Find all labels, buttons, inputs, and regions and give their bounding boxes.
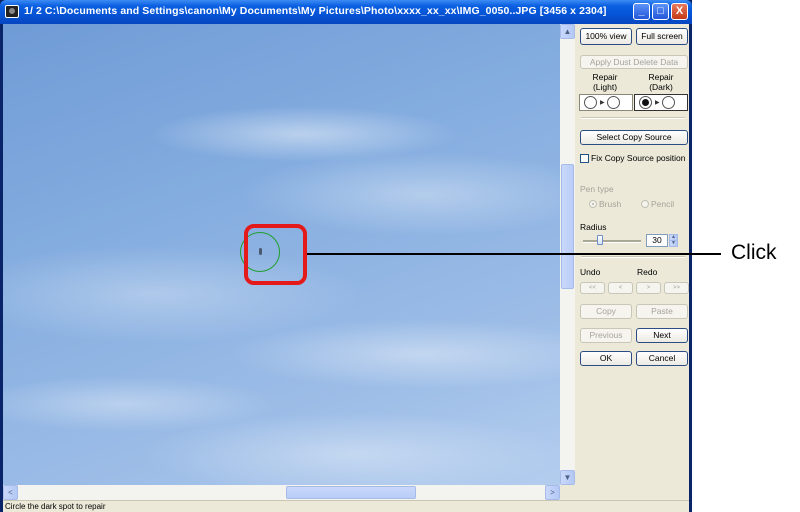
undo-all-button[interactable]: << — [580, 282, 605, 294]
close-button[interactable]: X — [671, 3, 688, 20]
repair-dark-label: Repair (Dark) — [648, 72, 674, 92]
pencil-radio[interactable] — [641, 200, 649, 208]
redo-button[interactable]: > — [636, 282, 661, 294]
undo-label: Undo — [580, 267, 601, 277]
scroll-left-button[interactable]: < — [3, 485, 18, 500]
radius-slider-track[interactable] — [583, 240, 641, 243]
paste-button[interactable]: Paste — [636, 304, 688, 319]
pen-type-label: Pen type — [580, 184, 614, 194]
scroll-down-button[interactable]: ▼ — [560, 470, 575, 485]
radius-label: Radius — [580, 222, 607, 232]
highlight-box — [244, 224, 307, 285]
previous-button[interactable]: Previous — [580, 328, 632, 343]
brush-radio[interactable] — [589, 200, 597, 208]
radius-slider-handle[interactable] — [597, 235, 603, 245]
target-circle-icon — [662, 96, 675, 109]
title-bar[interactable]: 1/ 2 C:\Documents and Settings\canon\My … — [0, 0, 692, 24]
undo-button[interactable]: < — [608, 282, 633, 294]
ok-button[interactable]: OK — [580, 351, 632, 366]
repair-light-mode[interactable]: ▶ — [579, 94, 633, 111]
vertical-scroll-thumb[interactable] — [561, 164, 574, 289]
full-screen-button[interactable]: Full screen — [636, 28, 688, 45]
source-circle-icon — [584, 96, 597, 109]
next-button[interactable]: Next — [636, 328, 688, 343]
divider — [581, 117, 685, 119]
scroll-up-button[interactable]: ▲ — [560, 24, 575, 39]
divider — [581, 256, 685, 258]
app-camera-icon — [5, 5, 19, 18]
repair-dark-mode[interactable]: ▶ — [634, 94, 688, 111]
cancel-button[interactable]: Cancel — [636, 351, 688, 366]
pencil-label: Pencil — [651, 199, 675, 209]
horizontal-scrollbar[interactable]: < > — [3, 485, 560, 500]
view-100-button[interactable]: 100% view — [580, 28, 632, 45]
repair-light-label: Repair (Light) — [592, 72, 618, 92]
callout-line — [307, 253, 721, 255]
app-window: 1/ 2 C:\Documents and Settings\canon\My … — [0, 0, 692, 512]
window-client-area: ▲ ▼ < > 100% view Full screen Apply Dust… — [3, 24, 689, 512]
dark-spot-circle-icon — [639, 96, 652, 109]
radius-down-button[interactable]: ▼ — [669, 240, 678, 247]
arrow-right-icon: ▶ — [600, 100, 605, 106]
copy-button[interactable]: Copy — [580, 304, 632, 319]
target-circle-icon — [607, 96, 620, 109]
minimize-button[interactable]: _ — [633, 3, 650, 20]
fix-copy-source-label: Fix Copy Source position — [591, 153, 686, 163]
maximize-button[interactable]: □ — [652, 3, 669, 20]
brush-label: Brush — [599, 199, 622, 209]
click-annotation-label: Click — [731, 241, 777, 264]
redo-label: Redo — [637, 267, 658, 277]
fix-copy-source-checkbox[interactable] — [580, 154, 589, 163]
horizontal-scroll-thumb[interactable] — [286, 486, 416, 499]
scroll-right-button[interactable]: > — [545, 485, 560, 500]
radius-value-field[interactable]: 30 — [646, 234, 668, 247]
window-title: 1/ 2 C:\Documents and Settings\canon\My … — [24, 5, 607, 17]
apply-dust-delete-button[interactable]: Apply Dust Delete Data — [580, 55, 688, 69]
arrow-right-icon: ▶ — [655, 100, 660, 106]
redo-all-button[interactable]: >> — [664, 282, 689, 294]
select-copy-source-button[interactable]: Select Copy Source — [580, 130, 688, 145]
status-bar: Circle the dark spot to repair — [3, 500, 689, 512]
